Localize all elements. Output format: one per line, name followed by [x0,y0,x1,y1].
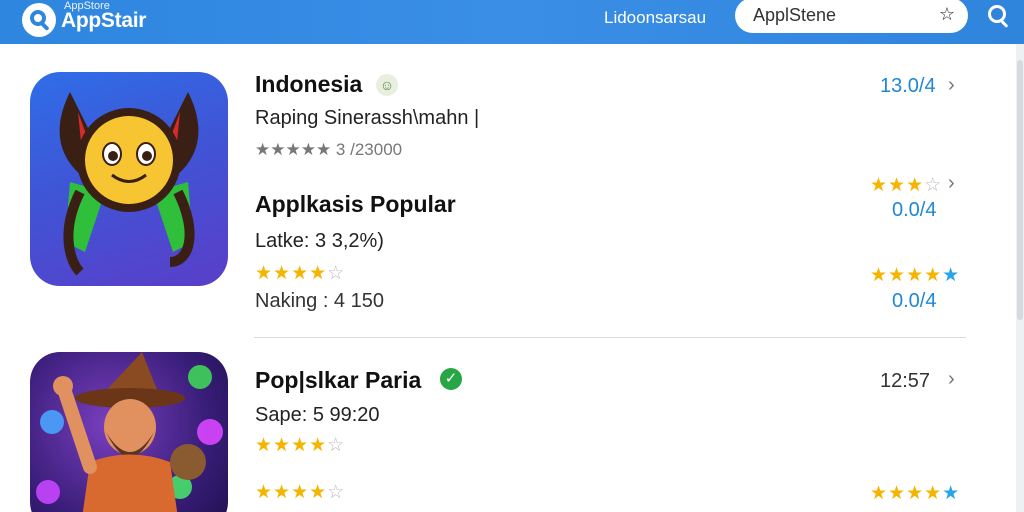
language-link[interactable]: Lidoonsarsau [604,8,706,28]
app-subinfo-2: Sape: 5 99:20 [255,404,380,426]
search-icon[interactable] [986,3,1012,29]
chevron-right-icon[interactable]: › [948,368,955,391]
rating-stars: ★★★★☆ [255,263,346,284]
price-value[interactable]: 13.0/4 [880,75,936,98]
wizard-illustration [36,352,223,512]
verified-check-icon: ✓ [440,368,462,390]
chevron-right-icon[interactable]: › [948,74,955,97]
brand-title[interactable]: AppStair [61,9,146,33]
search-input[interactable]: ApplStene [753,5,836,26]
value-low: 0.0/4 [892,290,937,312]
app-title[interactable]: Indonesia [255,71,362,98]
app-logo-icon[interactable] [22,3,56,37]
value-mid: 0.0/4 [892,199,937,221]
rating-stars-right-2: ★★★★★ [870,483,961,504]
top-bar: AppStore AppStair Lidoonsarsau ApplStene… [0,0,1024,44]
section-title: Applkasis Popular [255,191,456,217]
rating-stars-2: ★★★★☆ [255,435,346,456]
smile-icon: ☺ [376,74,398,96]
time-value: 12:57 [880,370,931,392]
app-icon-emoji-character[interactable] [30,72,228,286]
rating-stars-3: ★★★★☆ [255,482,346,503]
app-title-2[interactable]: Pop|slkar Paria [255,367,421,394]
rating-count: ★★★★★ 3 /23000 [255,140,403,159]
divider [254,337,966,338]
app-icon-wizard-game[interactable] [30,352,228,512]
favorite-star-icon[interactable]: ☆ [935,2,959,26]
latest-info: Latke: 3 3,2%) [255,230,384,252]
rating-stars-small: ★★★☆ [870,175,943,196]
scrollbar-thumb[interactable] [1017,60,1023,320]
naking-info: Naking : 4 150 [255,290,384,312]
chevron-right-icon[interactable]: › [948,172,955,195]
rating-stars-right: ★★★★★ [870,265,961,286]
app-subtitle: Raping Sinerassh\mahn | [255,107,480,129]
emoji-character-illustration [59,92,199,276]
search-field[interactable]: ApplStene ☆ [735,0,968,33]
